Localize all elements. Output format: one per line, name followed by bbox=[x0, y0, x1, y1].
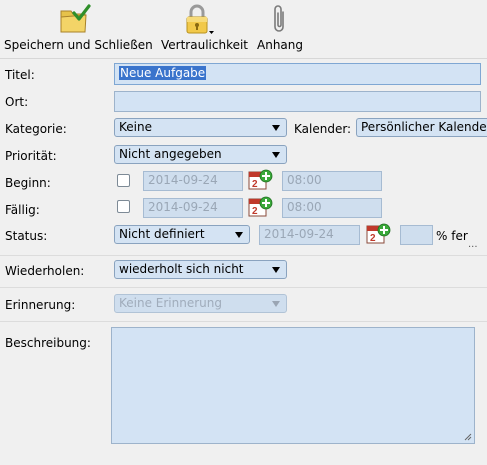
svg-text:2: 2 bbox=[252, 206, 258, 217]
separator bbox=[0, 321, 487, 322]
calendar-add-icon[interactable]: 2 bbox=[247, 168, 273, 192]
calendar-add-icon[interactable]: 2 bbox=[365, 222, 391, 246]
location-label: Ort: bbox=[5, 95, 29, 109]
due-label: Fällig: bbox=[5, 203, 40, 217]
save-close-label: Speichern und Schließen bbox=[4, 38, 153, 52]
reminder-select-value: Keine Erinnerung bbox=[119, 296, 222, 310]
due-checkbox[interactable] bbox=[117, 200, 130, 213]
due-time-value: 08:00 bbox=[287, 200, 322, 214]
start-date-input[interactable]: 2014-09-24 bbox=[143, 171, 243, 191]
confidentiality-button[interactable]: Vertraulichkeit bbox=[161, 0, 249, 58]
calendar-select[interactable]: Persönlicher Kalende bbox=[356, 118, 487, 137]
percent-label: % fer bbox=[436, 229, 468, 243]
status-date-value: 2014-09-24 bbox=[264, 227, 334, 241]
separator bbox=[0, 287, 487, 288]
category-select-value: Keine bbox=[119, 120, 152, 134]
priority-label: Priorität: bbox=[5, 149, 57, 163]
start-checkbox[interactable] bbox=[117, 174, 130, 187]
more-dots: ... bbox=[468, 239, 478, 250]
status-select-value: Nicht definiert bbox=[119, 227, 205, 241]
calendar-add-icon[interactable]: 2 bbox=[247, 195, 273, 219]
status-select[interactable]: Nicht definiert bbox=[114, 225, 250, 244]
reminder-select[interactable]: Keine Erinnerung bbox=[114, 294, 287, 313]
start-label: Beginn: bbox=[5, 176, 51, 190]
chevron-down-icon bbox=[235, 232, 243, 238]
category-label: Kategorie: bbox=[5, 122, 67, 136]
title-input[interactable]: Neue Aufgabe bbox=[114, 63, 481, 85]
title-label: Titel: bbox=[5, 68, 35, 82]
folder-checkmark-icon bbox=[60, 4, 91, 33]
repeat-select-value: wiederholt sich nicht bbox=[119, 262, 244, 276]
status-label: Status: bbox=[5, 229, 48, 243]
padlock-icon bbox=[186, 4, 214, 34]
category-select[interactable]: Keine bbox=[114, 118, 287, 137]
chevron-down-icon bbox=[272, 301, 280, 307]
start-time-input[interactable]: 08:00 bbox=[282, 171, 382, 191]
attachment-button[interactable]: Anhang bbox=[257, 0, 305, 58]
chevron-down-icon bbox=[272, 125, 280, 131]
title-input-value: Neue Aufgabe bbox=[119, 66, 207, 80]
chevron-down-icon bbox=[272, 152, 280, 158]
start-date-value: 2014-09-24 bbox=[148, 173, 218, 187]
priority-select[interactable]: Nicht angegeben bbox=[114, 145, 287, 164]
chevron-down-icon bbox=[272, 267, 280, 273]
repeat-label: Wiederholen: bbox=[5, 264, 85, 278]
separator bbox=[0, 255, 487, 256]
description-label: Beschreibung: bbox=[5, 336, 91, 350]
toolbar: Speichern und Schließen Vertraulichkeit … bbox=[0, 0, 487, 59]
due-time-input[interactable]: 08:00 bbox=[282, 198, 382, 218]
svg-text:2: 2 bbox=[252, 179, 258, 190]
calendar-label: Kalender: bbox=[294, 122, 352, 136]
description-textarea[interactable] bbox=[111, 327, 475, 444]
repeat-select[interactable]: wiederholt sich nicht bbox=[114, 260, 287, 279]
priority-select-value: Nicht angegeben bbox=[119, 147, 222, 161]
due-date-input[interactable]: 2014-09-24 bbox=[143, 198, 243, 218]
start-time-value: 08:00 bbox=[287, 173, 322, 187]
save-close-button[interactable]: Speichern und Schließen bbox=[4, 0, 153, 58]
calendar-select-value: Persönlicher Kalende bbox=[361, 120, 487, 134]
percent-input[interactable] bbox=[400, 225, 433, 245]
due-date-value: 2014-09-24 bbox=[148, 200, 218, 214]
paperclip-icon bbox=[274, 5, 284, 32]
reminder-label: Erinnerung: bbox=[5, 298, 76, 312]
location-input[interactable] bbox=[114, 91, 481, 112]
resize-grip-icon[interactable] bbox=[464, 433, 472, 441]
attachment-label: Anhang bbox=[257, 38, 303, 52]
status-date-input[interactable]: 2014-09-24 bbox=[259, 225, 360, 245]
confidentiality-label: Vertraulichkeit bbox=[161, 38, 249, 52]
svg-text:2: 2 bbox=[370, 233, 376, 244]
